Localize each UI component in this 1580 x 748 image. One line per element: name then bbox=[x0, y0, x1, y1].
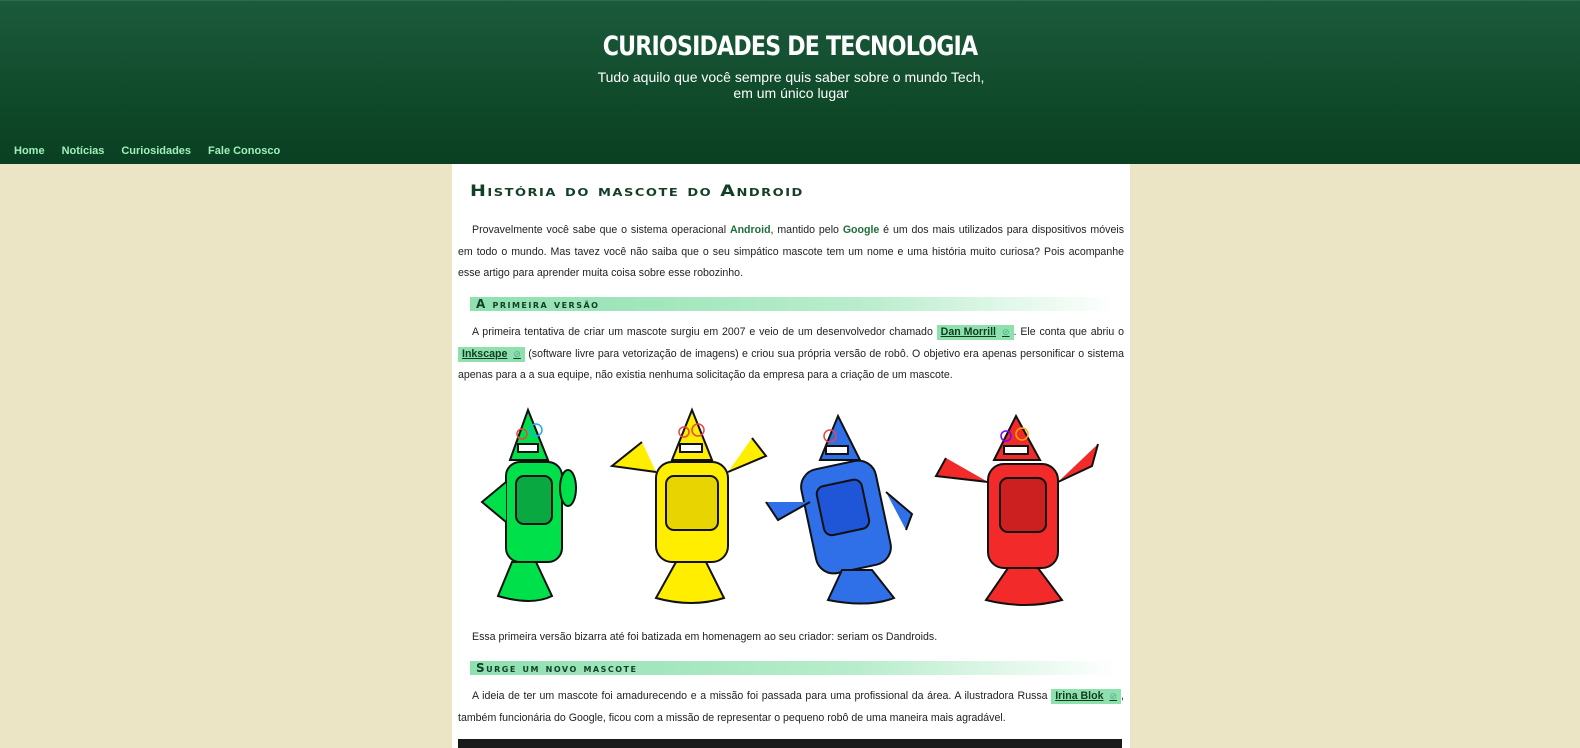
section1-text-c: (software livre para vetorização de imag… bbox=[458, 347, 1124, 382]
section2-text-a: A ideia de ter um mascote foi amadurecen… bbox=[472, 690, 1052, 702]
section2-paragraph: A ideia de ter um mascote foi amadurecen… bbox=[458, 686, 1124, 729]
site-header: Curiosidades de Tecnologia Tudo aquilo q… bbox=[0, 0, 1580, 164]
main-nav: Home Notícias Curiosidades Fale Conosco bbox=[14, 145, 280, 157]
nav-curiosidades[interactable]: Curiosidades bbox=[121, 145, 191, 157]
link-irina-blok-label: Irina Blok bbox=[1055, 690, 1104, 702]
article-title: História do mascote do Android bbox=[470, 181, 804, 201]
section1-paragraph: A primeira tentativa de criar um mascote… bbox=[458, 322, 1124, 387]
external-link-icon: ⊘ bbox=[1109, 691, 1118, 701]
red-robot bbox=[934, 413, 1099, 606]
link-dan-morrill[interactable]: Dan Morrill ⊘ bbox=[936, 325, 1014, 340]
nav-fale-conosco[interactable]: Fale Conosco bbox=[208, 145, 280, 157]
dandroids-paragraph: Essa primeira versão bizarra até foi bat… bbox=[472, 631, 938, 643]
dandroids-image bbox=[480, 407, 1099, 606]
section1-text-a: A primeira tentativa de criar um mascote… bbox=[472, 326, 937, 338]
section-title-primeira-versao: A primeira versão bbox=[470, 297, 1118, 311]
intro-paragraph: Provavelmente você sabe que o sistema op… bbox=[458, 220, 1124, 285]
site-title[interactable]: Curiosidades de Tecnologia bbox=[142, 31, 1438, 62]
nav-home[interactable]: Home bbox=[14, 145, 45, 157]
link-dan-morrill-label: Dan Morrill bbox=[940, 326, 996, 338]
link-inkscape-label: Inkscape bbox=[462, 347, 508, 360]
nav-noticias[interactable]: Notícias bbox=[62, 145, 105, 157]
section-title-novo-mascote: Surge um novo mascote bbox=[470, 661, 1118, 675]
intro-text-1: Provavelmente você sabe que o sistema op… bbox=[472, 224, 730, 236]
link-inkscape[interactable]: Inkscape ⊘ bbox=[458, 346, 525, 362]
next-image-preview bbox=[458, 739, 1122, 748]
external-link-icon: ⊘ bbox=[1002, 327, 1010, 337]
link-irina-blok[interactable]: Irina Blok ⊘ bbox=[1051, 689, 1122, 704]
intro-text-2: , mantido pelo bbox=[770, 224, 843, 236]
site-subtitle: Tudo aquilo que você sempre quis saber s… bbox=[597, 69, 985, 101]
blue-robot bbox=[765, 413, 914, 605]
android-highlight: Android bbox=[729, 224, 771, 236]
section1-text-b: . Ele conta que abriu o bbox=[1013, 326, 1124, 338]
google-highlight: Google bbox=[842, 224, 880, 236]
article-content: História do mascote do Android Provavelm… bbox=[452, 164, 1130, 748]
green-robot bbox=[480, 407, 577, 602]
external-link-icon: ⊘ bbox=[513, 348, 521, 359]
yellow-robot bbox=[609, 407, 768, 604]
